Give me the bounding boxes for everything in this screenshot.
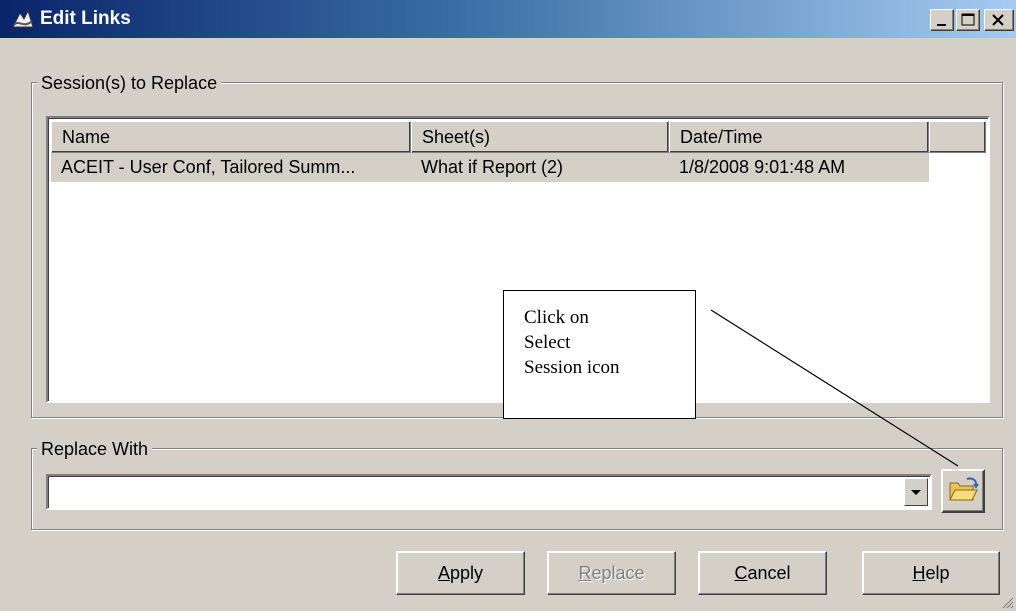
column-header-name[interactable]: Name: [51, 121, 411, 153]
sessions-group-label: Session(s) to Replace: [37, 72, 222, 94]
close-icon: [992, 14, 1004, 26]
callout-line-2: Select: [524, 332, 571, 353]
resize-grip-icon[interactable]: [1000, 595, 1014, 609]
replace-with-group-label: Replace With: [37, 438, 153, 460]
cancel-mnemonic: C: [734, 563, 748, 583]
minimize-button[interactable]: [930, 9, 954, 31]
column-header-filler: [929, 121, 986, 153]
help-button[interactable]: Help: [862, 551, 1000, 595]
annotation-callout: Click on Select Session icon: [503, 290, 696, 419]
table-row[interactable]: ACEIT - User Conf, Tailored Summ... What…: [51, 153, 929, 182]
row-name-cell: ACEIT - User Conf, Tailored Summ...: [61, 157, 356, 177]
column-header-sheets[interactable]: Sheet(s): [411, 121, 669, 153]
chevron-down-icon: [911, 490, 921, 495]
callout-line-1: Click on: [524, 307, 589, 328]
select-session-button[interactable]: [941, 469, 985, 513]
close-button[interactable]: [984, 9, 1014, 31]
minimize-icon: [937, 24, 946, 26]
folder-open-icon: [949, 477, 979, 501]
callout-line-3: Session icon: [524, 357, 620, 378]
window-title: Edit Links: [40, 8, 131, 29]
column-header-datetime[interactable]: Date/Time: [669, 121, 929, 153]
replace-label: eplace: [591, 563, 645, 583]
maximize-button[interactable]: [956, 9, 980, 31]
replace-button[interactable]: Replace: [547, 551, 676, 595]
replace-with-combobox[interactable]: [46, 474, 932, 510]
row-sheets-cell: What if Report (2): [421, 157, 564, 177]
apply-mnemonic: A: [437, 563, 450, 583]
cancel-label: ancel: [747, 563, 791, 583]
help-label: elp: [925, 563, 950, 583]
maximize-icon: [961, 13, 975, 26]
replace-mnemonic: R: [578, 563, 592, 583]
apply-label: pply: [449, 563, 484, 583]
edit-links-app-icon: [12, 9, 34, 28]
help-mnemonic: H: [912, 563, 926, 583]
title-bar[interactable]: Edit Links: [0, 0, 1016, 38]
combobox-dropdown-button[interactable]: [904, 478, 928, 506]
row-datetime-cell: 1/8/2008 9:01:48 AM: [679, 157, 846, 177]
cancel-button[interactable]: Cancel: [698, 551, 827, 595]
apply-button[interactable]: Apply: [396, 551, 525, 595]
